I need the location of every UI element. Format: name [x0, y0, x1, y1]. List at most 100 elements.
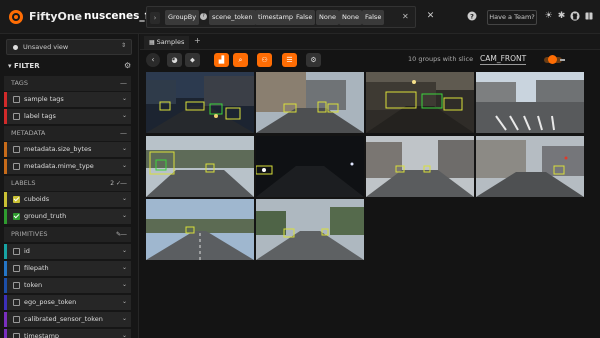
sample-tile[interactable]	[476, 136, 584, 197]
field-checkbox[interactable]	[13, 282, 20, 289]
field-row-filepath[interactable]: filepath ⌄	[4, 261, 131, 276]
app-title[interactable]: FiftyOne	[29, 10, 82, 23]
field-row-ego-pose-token[interactable]: ego_pose_token ⌄	[4, 295, 131, 310]
chevron-down-icon[interactable]: ⌄	[122, 281, 127, 288]
chevron-down-icon[interactable]: ⌄	[122, 264, 127, 271]
field-checkbox[interactable]	[13, 333, 20, 338]
chevron-down-icon[interactable]: ⌄	[122, 247, 127, 254]
chevron-left-icon[interactable]: ‹	[146, 53, 160, 67]
sample-tile[interactable]	[146, 199, 254, 260]
github-icon[interactable]	[569, 11, 580, 22]
collapse-icon[interactable]: —	[120, 227, 127, 242]
field-color-bar	[4, 92, 7, 107]
sample-tile[interactable]	[366, 136, 474, 197]
chevron-down-icon[interactable]: ⌄	[122, 298, 127, 305]
add-tab-icon[interactable]: +	[194, 36, 201, 45]
field-checkbox[interactable]	[13, 146, 20, 153]
section-tags[interactable]: TAGS —	[4, 76, 131, 91]
field-row-label-tags[interactable]: label tags ⌄	[4, 109, 131, 124]
field-row-ground-truth[interactable]: ground_truth ⌄	[4, 209, 131, 224]
stage-param-order-by[interactable]: timestamp	[255, 10, 297, 25]
section-labels[interactable]: LABELS 2 ✓ —	[4, 176, 131, 191]
tag-icon[interactable]: ⬥	[185, 53, 200, 67]
chevron-down-icon[interactable]: ⌄	[122, 212, 127, 219]
field-checkbox[interactable]	[13, 163, 20, 170]
slider-handle[interactable]	[548, 55, 557, 64]
collapse-icon[interactable]: —	[120, 76, 127, 91]
field-checkbox-checked[interactable]	[13, 213, 20, 220]
section-primitives[interactable]: PRIMITIVES ✎ —	[4, 227, 131, 242]
field-row-size-bytes[interactable]: metadata.size_bytes ⌄	[4, 142, 131, 157]
field-label: ego_pose_token	[24, 298, 77, 306]
view-dot-icon	[13, 45, 18, 50]
close-icon[interactable]: ✕	[402, 12, 409, 21]
docs-book-icon[interactable]	[583, 11, 594, 22]
team-button[interactable]: Have a Team?	[487, 10, 537, 25]
field-label: label tags	[24, 112, 56, 120]
sample-tile[interactable]	[146, 72, 254, 133]
chevron-down-icon[interactable]: ⌄	[122, 145, 127, 152]
chevron-right-icon[interactable]: ›	[150, 12, 160, 24]
gear-icon[interactable]: ⚙	[124, 61, 131, 70]
field-label: sample tags	[24, 95, 64, 103]
saved-view-select[interactable]: Unsaved view ⇕	[6, 39, 132, 55]
field-checkbox[interactable]	[13, 113, 20, 120]
chevron-down-icon[interactable]: ⌄	[122, 162, 127, 169]
chevron-down-icon[interactable]: ⌄	[122, 315, 127, 322]
sample-tile[interactable]	[256, 72, 364, 133]
sample-tile[interactable]	[256, 199, 364, 260]
tab-samples[interactable]: ▦ Samples	[144, 36, 190, 49]
section-primitives-label: PRIMITIVES	[11, 230, 48, 238]
sample-tile[interactable]	[256, 136, 364, 197]
section-metadata[interactable]: METADATA —	[4, 126, 131, 141]
gear-icon[interactable]: ⚙	[306, 53, 321, 67]
field-row-cuboids[interactable]: cuboids ⌄	[4, 192, 131, 207]
stage-param-reverse[interactable]: False	[293, 10, 316, 25]
field-row-timestamp[interactable]: timestamp ⌄	[4, 329, 131, 338]
help-icon[interactable]: ?	[466, 11, 477, 22]
embeddings-icon[interactable]: ⚇	[257, 53, 272, 67]
theme-sun-icon[interactable]: ☀	[543, 11, 554, 22]
stage-groupby[interactable]: GroupBy	[165, 10, 200, 25]
field-row-calibrated-sensor-token[interactable]: calibrated_sensor_token ⌄	[4, 312, 131, 327]
field-color-bar	[4, 244, 7, 259]
collapse-icon[interactable]: —	[120, 126, 127, 141]
field-row-mime-type[interactable]: metadata.mime_type ⌄	[4, 159, 131, 174]
view-bar[interactable]: › GroupBy ? scene_token timestamp False …	[146, 6, 416, 28]
field-checkbox-checked[interactable]	[13, 196, 20, 203]
sample-tile[interactable]	[366, 72, 474, 133]
field-checkbox[interactable]	[13, 316, 20, 323]
sample-tile[interactable]	[476, 72, 584, 133]
field-checkbox[interactable]	[13, 265, 20, 272]
field-checkbox[interactable]	[13, 299, 20, 306]
field-label: cuboids	[24, 195, 50, 203]
section-tags-label: TAGS	[11, 79, 28, 87]
chevron-down-icon[interactable]: ⌄	[122, 195, 127, 202]
slice-selector[interactable]: CAM_FRONT	[480, 54, 527, 65]
grid-toolbar: ‹ ◕ ⬥ ▟ ⌕ ⚇ ☰ ⚙ 10 groups with slice CAM…	[140, 50, 600, 70]
search-icon[interactable]: ⌕	[233, 53, 248, 67]
stage-param-flat[interactable]: None	[316, 10, 339, 25]
field-row-id[interactable]: id ⌄	[4, 244, 131, 259]
field-checkbox[interactable]	[13, 248, 20, 255]
chevron-down-icon[interactable]: ⌄	[122, 112, 127, 119]
close-icon[interactable]: ✕	[425, 11, 436, 22]
stage-param-field[interactable]: scene_token	[209, 10, 256, 25]
fiftyone-logo-icon[interactable]	[8, 9, 24, 25]
sample-tile[interactable]	[146, 136, 254, 197]
app-header: FiftyOne nuscenes_final › GroupBy ? scen…	[0, 0, 600, 34]
field-color-bar	[4, 142, 7, 157]
slack-icon[interactable]: ✱	[556, 11, 567, 22]
help-icon[interactable]: ?	[200, 13, 207, 20]
chevron-down-icon[interactable]: ⌄	[122, 332, 127, 338]
stage-param-sort-expr[interactable]: False	[362, 10, 385, 25]
collapse-icon[interactable]: —	[120, 176, 127, 191]
map-icon[interactable]: ☰	[282, 53, 297, 67]
chevron-down-icon[interactable]: ⌄	[122, 95, 127, 102]
stage-param-match-expr[interactable]: None	[339, 10, 362, 25]
field-row-token[interactable]: token ⌄	[4, 278, 131, 293]
field-row-sample-tags[interactable]: sample tags ⌄	[4, 92, 131, 107]
histogram-icon[interactable]: ▟	[214, 53, 229, 67]
color-palette-icon[interactable]: ◕	[167, 53, 182, 67]
field-checkbox[interactable]	[13, 96, 20, 103]
